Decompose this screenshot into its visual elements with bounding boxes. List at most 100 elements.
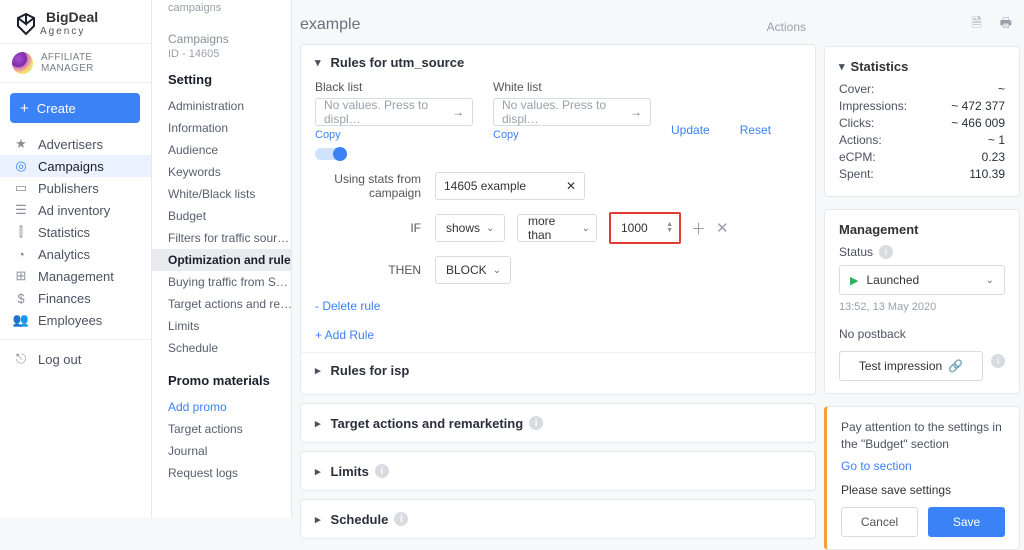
reset-link[interactable]: Reset (740, 123, 771, 137)
stat-val: ~ (998, 82, 1005, 96)
save-button[interactable]: Save (928, 507, 1005, 537)
campaign-select[interactable]: 14605 example ✕ (435, 172, 585, 200)
nav-label: Management (38, 269, 114, 284)
if-metric-select[interactable]: shows ⌄ (435, 214, 505, 242)
blacklist-placeholder: No values. Press to displ… (324, 98, 452, 126)
blacklist-select[interactable]: No values. Press to displ… → (315, 98, 473, 126)
settings-item-optimization[interactable]: Optimization and rules (152, 249, 291, 271)
nav-separator (0, 339, 151, 340)
copy-blacklist-link[interactable]: Copy (315, 129, 341, 141)
caret-right-icon: ▸ (315, 417, 321, 430)
campaign-value: 14605 example (444, 179, 526, 193)
user-block[interactable]: AFFILIATE MANAGER (0, 43, 151, 83)
settings-item-filters[interactable]: Filters for traffic sour… (152, 227, 291, 249)
settings-item-audience[interactable]: Audience (152, 139, 291, 161)
people-icon: 👥 (12, 312, 30, 328)
brand-sub: Agency (40, 26, 98, 37)
nav-statistics[interactable]: ⫿ Statistics (0, 221, 151, 243)
panel-limits[interactable]: ▸ Limits i (300, 451, 816, 491)
breadcrumb[interactable]: campaigns (168, 2, 291, 14)
extra-request-logs[interactable]: Request logs (152, 462, 291, 484)
nav-campaigns[interactable]: ◎ Campaigns (0, 155, 151, 177)
whitelist-select[interactable]: No values. Press to displ… → (493, 98, 651, 126)
print-icon[interactable]: 🖶 (1000, 14, 1012, 36)
nav-finances[interactable]: $ Finances (0, 287, 151, 309)
nav-publishers[interactable]: ▭ Publishers (0, 177, 151, 199)
actions-menu[interactable]: Actions (767, 20, 806, 34)
create-label: Create (37, 101, 76, 116)
add-promo-link[interactable]: Add promo (152, 396, 291, 418)
management-title: Management (839, 222, 918, 237)
go-to-section-link[interactable]: Go to section (841, 459, 912, 473)
status-select[interactable]: ▶ Launched ⌄ (839, 265, 1005, 295)
nav-ad-inventory[interactable]: ☰ Ad inventory (0, 199, 151, 221)
logout-icon: ⎋ (12, 351, 30, 367)
nav-advertisers[interactable]: ★ Advertisers (0, 133, 151, 155)
settings-subnav: campaigns Campaigns ID - 14605 Setting A… (152, 0, 292, 518)
cancel-button[interactable]: Cancel (841, 507, 918, 537)
nav-label: Publishers (38, 181, 99, 196)
settings-item-target-actions[interactable]: Target actions and re… (152, 293, 291, 315)
nav-analytics[interactable]: ◔ Analytics (0, 243, 151, 265)
promo-list: Add promo Target actions Journal Request… (152, 396, 291, 484)
clear-campaign-icon[interactable]: ✕ (566, 179, 576, 193)
right-sidebar: 🗎 🖶 ▾ Statistics Cover:~ Impressions:~ 4… (824, 0, 1022, 518)
link-icon: 🔗 (948, 359, 963, 373)
remove-condition-icon[interactable]: ✕ (716, 219, 729, 237)
stats-title: Statistics (851, 59, 909, 74)
stats-card: ▾ Statistics Cover:~ Impressions:~ 472 3… (824, 46, 1020, 197)
rules-isp-header[interactable]: ▸ Rules for isp (315, 363, 801, 378)
settings-item-white-black[interactable]: White/Black lists (152, 183, 291, 205)
settings-item-keywords[interactable]: Keywords (152, 161, 291, 183)
settings-list: Administration Information Audience Keyw… (152, 95, 291, 359)
nav-label: Employees (38, 313, 102, 328)
if-operator-select[interactable]: more than ⌄ (517, 214, 597, 242)
main-area: example Actions ▾ Rules for utm_source B… (292, 0, 820, 518)
settings-heading: Setting (168, 72, 291, 87)
then-action-select[interactable]: BLOCK ⌄ (435, 256, 511, 284)
nav-label: Analytics (38, 247, 90, 262)
document-icon[interactable]: 🗎 (971, 14, 981, 36)
copy-whitelist-link[interactable]: Copy (493, 129, 519, 141)
info-icon[interactable]: i (991, 354, 1005, 368)
panel-target-actions[interactable]: ▸ Target actions and remarketing i (300, 403, 816, 443)
no-postback: No postback (839, 327, 906, 341)
alert-message: Pay attention to the settings in the "Bu… (841, 419, 1005, 453)
add-condition-icon[interactable]: ＋ (691, 218, 706, 239)
extra-journal[interactable]: Journal (152, 440, 291, 462)
update-link[interactable]: Update (671, 123, 710, 137)
rules-header[interactable]: ▾ Rules for utm_source (315, 55, 801, 70)
test-impression-button[interactable]: Test impression 🔗 (839, 351, 983, 381)
panel-schedule[interactable]: ▸ Schedule i (300, 499, 816, 539)
settings-item-budget[interactable]: Budget (152, 205, 291, 227)
if-value: 1000 (621, 221, 648, 235)
status-timestamp: 13:52, 13 May 2020 (839, 301, 1005, 313)
settings-item-schedule[interactable]: Schedule (152, 337, 291, 359)
add-rule-link[interactable]: + Add Rule (315, 328, 374, 342)
rule-divider (301, 352, 815, 353)
nav-logout[interactable]: ⎋ Log out (0, 348, 151, 370)
settings-item-limits[interactable]: Limits (152, 315, 291, 337)
delete-rule-link[interactable]: - Delete rule (315, 299, 380, 313)
nav-employees[interactable]: 👥 Employees (0, 309, 151, 331)
stat-val: 110.39 (969, 167, 1005, 181)
target-icon: ◎ (12, 158, 30, 174)
extra-target-actions[interactable]: Target actions (152, 418, 291, 440)
main-nav: ★ Advertisers ◎ Campaigns ▭ Publishers ☰… (0, 133, 151, 331)
settings-item-administration[interactable]: Administration (152, 95, 291, 117)
nav-label: Ad inventory (38, 203, 110, 218)
nav-management[interactable]: ⊞ Management (0, 265, 151, 287)
nav-label: Statistics (38, 225, 90, 240)
blacklist-label: Black list (315, 80, 473, 94)
if-value-input[interactable]: 1000 ▲▼ (609, 212, 681, 244)
alert-card: Pay attention to the settings in the "Bu… (824, 406, 1020, 550)
settings-item-buying[interactable]: Buying traffic from S… (152, 271, 291, 293)
settings-item-information[interactable]: Information (152, 117, 291, 139)
number-stepper[interactable]: ▲▼ (666, 222, 673, 234)
create-button[interactable]: + Create (10, 93, 140, 123)
info-icon: i (394, 512, 408, 526)
stat-key: eCPM: (839, 150, 876, 164)
rules-isp-title: Rules for isp (331, 363, 410, 378)
rule-toggle[interactable] (315, 148, 345, 160)
main-sidebar: BigDeal Agency AFFILIATE MANAGER + Creat… (0, 0, 152, 518)
